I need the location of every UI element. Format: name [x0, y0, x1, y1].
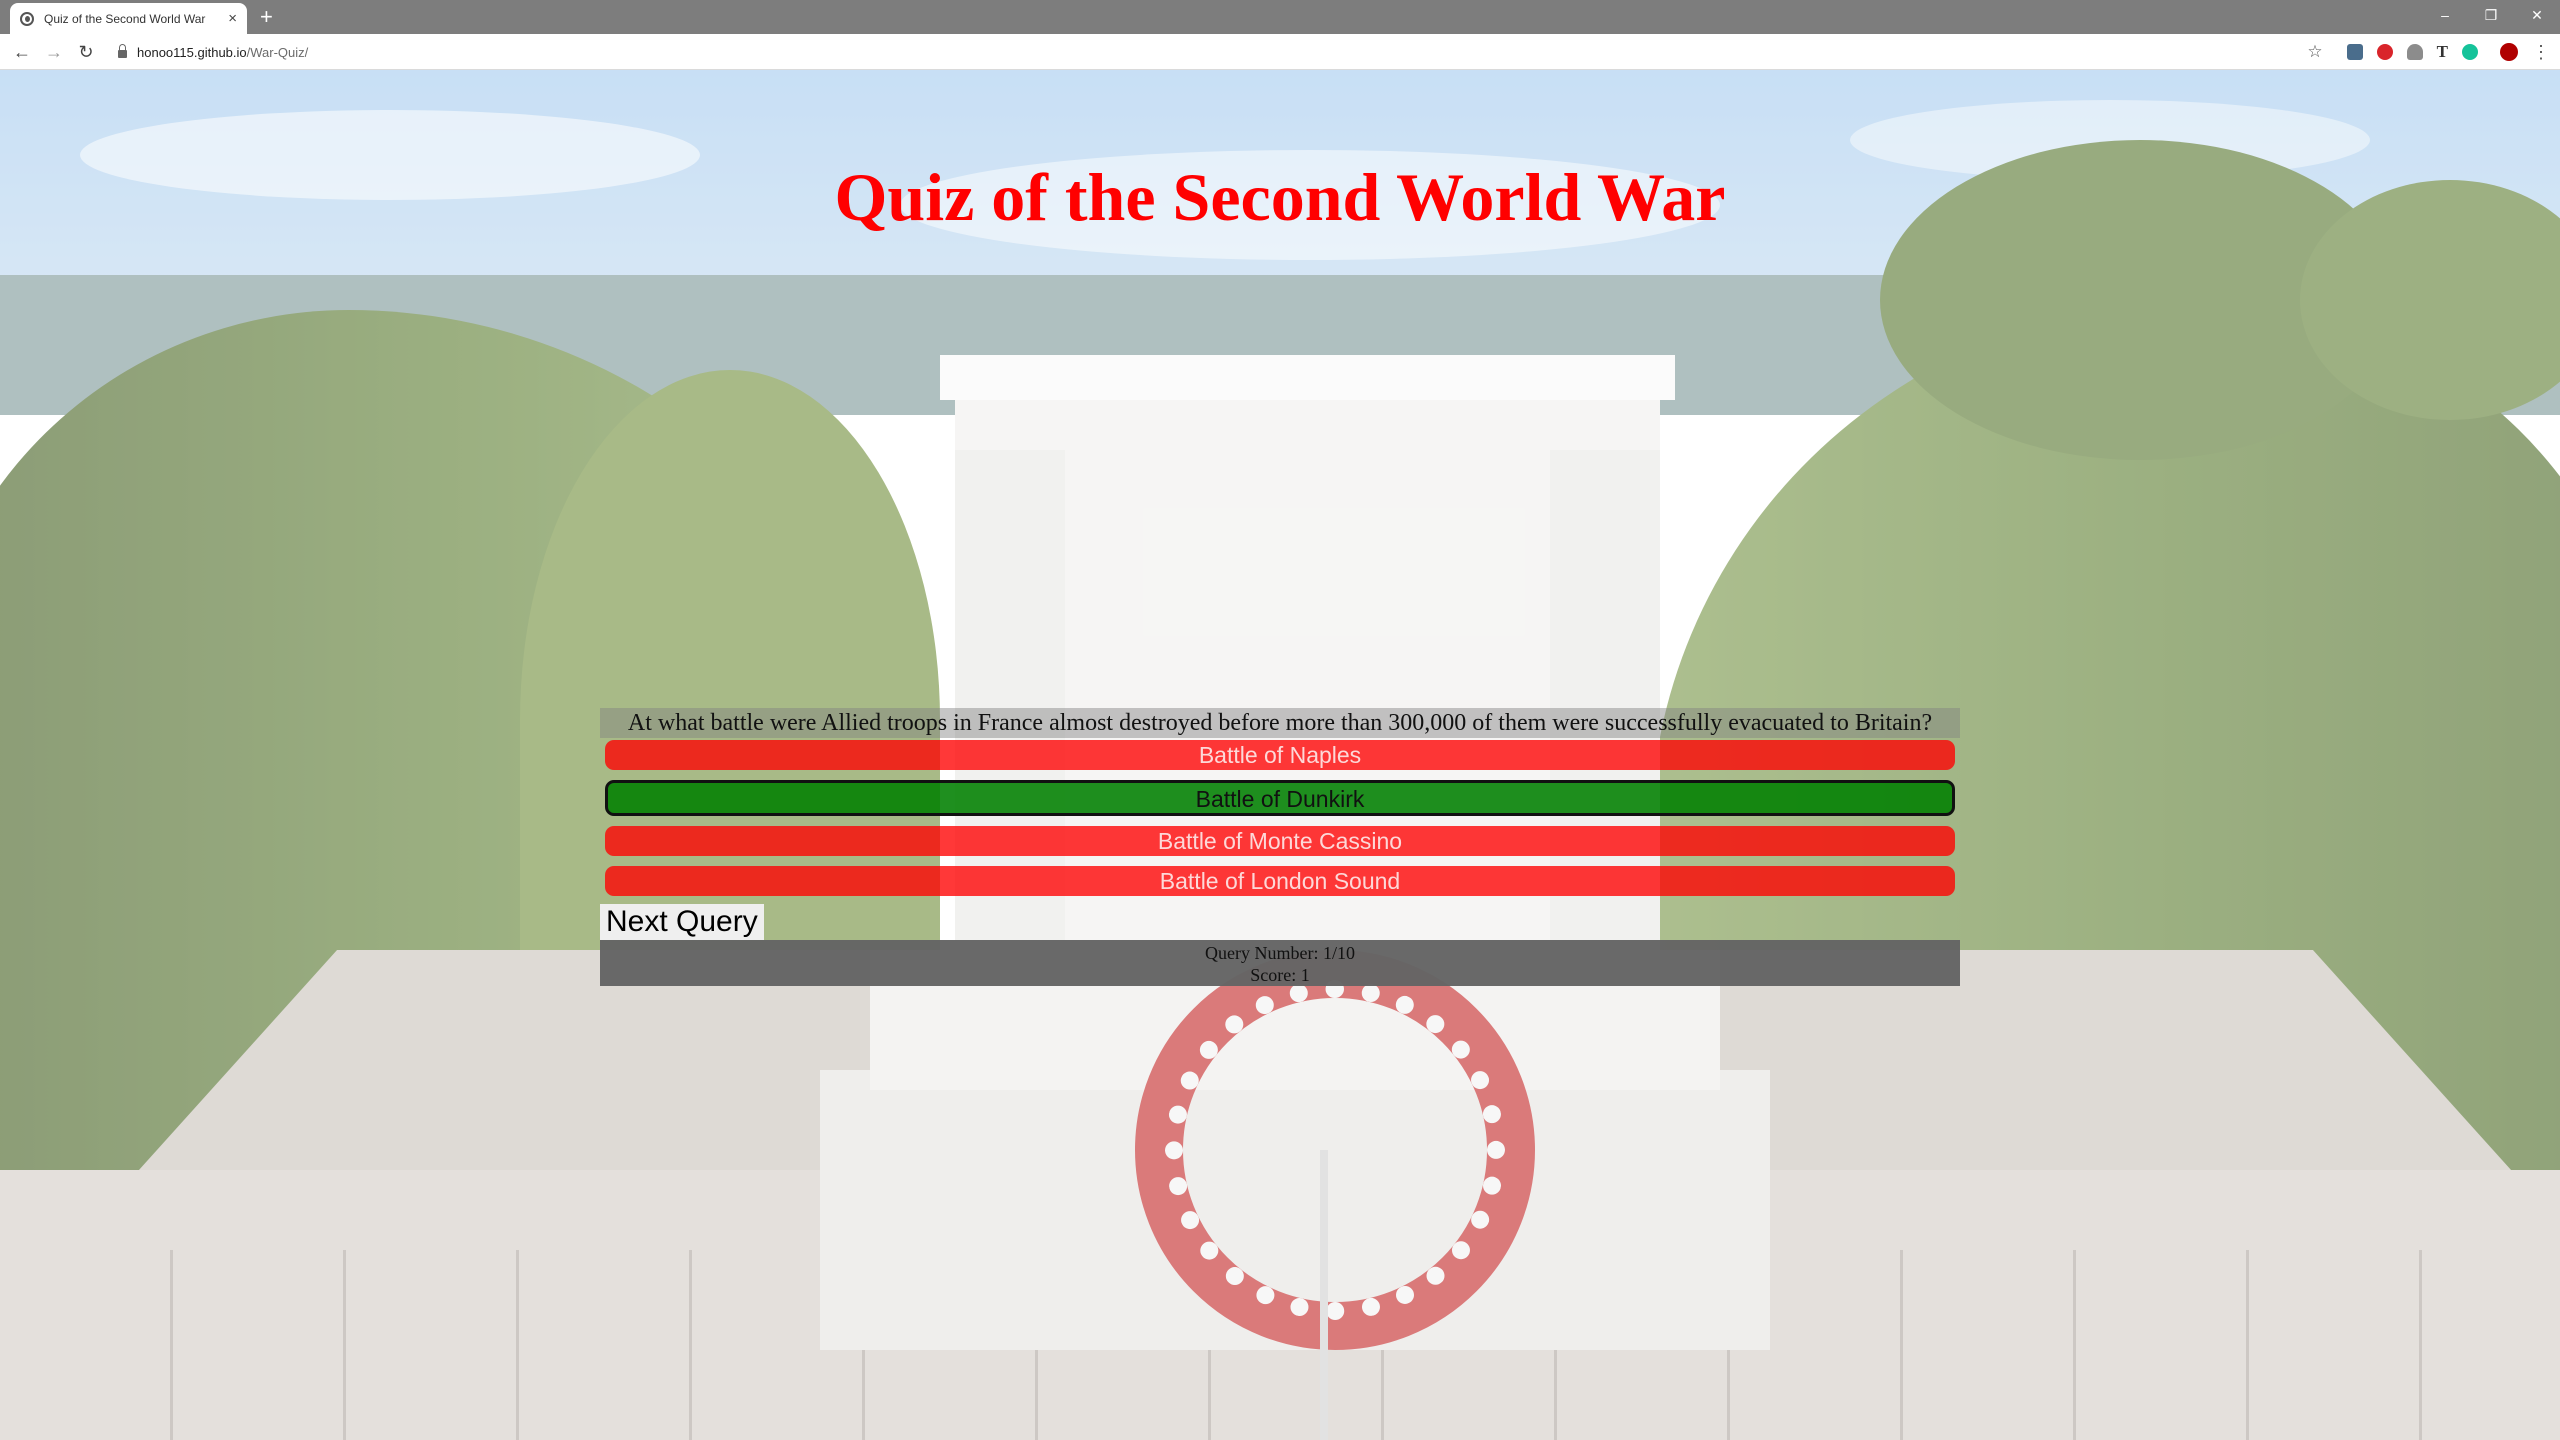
answer-button[interactable]: Battle of London Sound: [605, 866, 1955, 896]
page-title: Quiz of the Second World War: [834, 159, 1726, 235]
grammarly-extension-icon[interactable]: [2462, 44, 2478, 60]
bookmark-star-icon[interactable]: ☆: [2307, 42, 2322, 62]
type-extension-icon[interactable]: T: [2437, 43, 2448, 60]
close-window-button[interactable]: ✕: [2514, 0, 2560, 30]
back-button[interactable]: ←: [10, 40, 34, 64]
tab-close-icon[interactable]: ×: [228, 11, 237, 26]
adblock-extension-icon[interactable]: [2376, 44, 2393, 60]
browser-menu-icon[interactable]: ⋮: [2532, 43, 2550, 61]
browser-tab[interactable]: Quiz of the Second World War ×: [10, 3, 247, 34]
browser-toolbar: ← → ↻ honoo115.github.io /War-Quiz/ ☆ T …: [0, 34, 2560, 70]
answer-button[interactable]: Battle of Monte Cassino: [605, 826, 1955, 856]
forward-button[interactable]: →: [42, 40, 66, 64]
tab-title: Quiz of the Second World War: [44, 11, 206, 26]
next-query-button[interactable]: Next Query: [600, 904, 764, 940]
page-viewport: Quiz of the Second World War At what bat…: [0, 70, 2560, 1440]
answer-button[interactable]: Battle of Naples: [605, 740, 1955, 770]
lock-icon[interactable]: [118, 44, 127, 58]
url-path: /War-Quiz/: [246, 44, 309, 60]
url-host: honoo115.github.io: [137, 44, 247, 60]
reload-button[interactable]: ↻: [74, 40, 98, 64]
quiz-card: At what battle were Allied troops in Fra…: [600, 708, 1960, 986]
toolbar-actions: ☆ T ⋮: [2307, 40, 2550, 64]
globe-icon: [20, 11, 34, 26]
answer-button-correct[interactable]: Battle of Dunkirk: [605, 780, 1955, 816]
cloud-extension-icon[interactable]: [2406, 44, 2423, 60]
window-controls: – ❐ ✕: [2422, 0, 2560, 30]
score: Score: 1: [1250, 965, 1310, 985]
restore-button[interactable]: ❐: [2468, 0, 2514, 30]
avatar[interactable]: [2500, 43, 2518, 61]
new-tab-button[interactable]: +: [260, 6, 273, 28]
image-extension-icon[interactable]: [2346, 44, 2363, 60]
browser-tab-strip: Quiz of the Second World War × + – ❐ ✕: [0, 0, 2560, 34]
query-number: Query Number: 1/10: [1205, 943, 1355, 963]
question-text: At what battle were Allied troops in Fra…: [600, 708, 1960, 738]
status-panel: Query Number: 1/10 Score: 1: [600, 940, 1960, 986]
address-bar[interactable]: honoo115.github.io /War-Quiz/: [106, 39, 2306, 65]
minimize-button[interactable]: –: [2422, 0, 2468, 30]
